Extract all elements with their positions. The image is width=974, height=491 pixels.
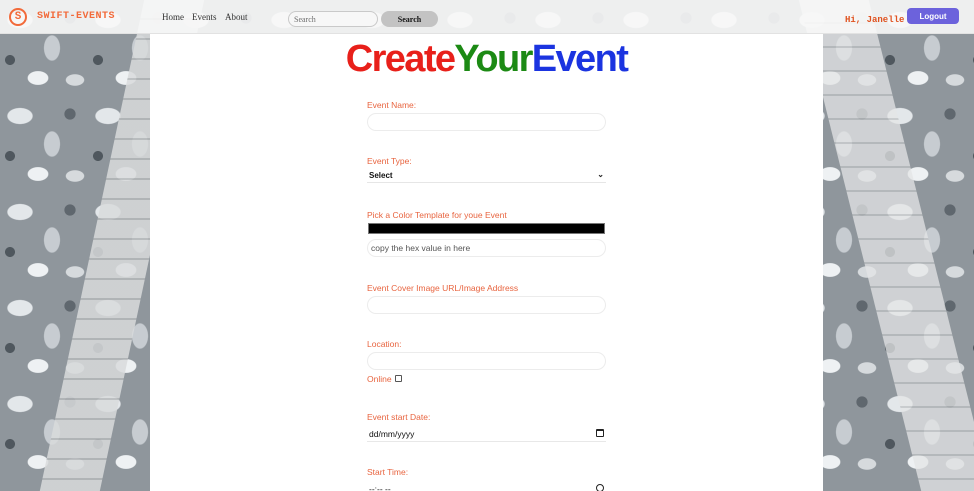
start-time-label: Start Time: (367, 467, 409, 477)
cover-image-input[interactable] (367, 296, 606, 314)
event-type-label: Event Type: (367, 156, 412, 166)
start-time-value: --:-- -- (369, 484, 391, 491)
start-date-label: Event start Date: (367, 412, 431, 422)
start-time-input[interactable]: --:-- -- (367, 480, 606, 491)
user-greeting: Hi, Janelle (845, 15, 905, 25)
start-date-value: dd/mm/yyyy (369, 429, 415, 439)
title-your: Your (454, 38, 533, 80)
title-event: Event (531, 38, 629, 80)
location-label: Location: (367, 339, 402, 349)
online-checkbox[interactable] (395, 375, 402, 382)
calendar-icon[interactable] (596, 429, 604, 437)
nav-link-home[interactable]: Home (162, 12, 184, 22)
color-template-label: Pick a Color Template for youe Event (367, 210, 507, 220)
event-type-select[interactable]: Select ⌄ (367, 170, 606, 183)
hex-value-input[interactable] (367, 239, 606, 257)
clock-icon[interactable] (596, 484, 604, 491)
logo-icon[interactable]: S (9, 8, 27, 26)
chevron-down-icon: ⌄ (597, 170, 604, 179)
search-input[interactable] (288, 11, 378, 27)
start-date-input[interactable]: dd/mm/yyyy (367, 425, 606, 442)
cover-image-label: Event Cover Image URL/Image Address (367, 283, 519, 293)
event-name-input[interactable] (367, 113, 606, 131)
event-type-selected: Select (369, 171, 393, 180)
search-button[interactable]: Search (381, 11, 438, 27)
event-name-label: Event Name: (367, 100, 417, 110)
background-wall-right (798, 0, 974, 491)
nav-link-about[interactable]: About (225, 12, 248, 22)
navbar: S SWIFT-EVENTS Home Events About Search … (0, 0, 974, 34)
title-create: Create (345, 38, 456, 80)
online-label: Online (367, 374, 392, 384)
brand-name[interactable]: SWIFT-EVENTS (37, 11, 115, 22)
location-input[interactable] (367, 352, 606, 370)
create-event-panel: CreateYourEvent Event Name: Event Type: … (150, 34, 823, 491)
page-title: CreateYourEvent (150, 38, 823, 81)
nav-link-events[interactable]: Events (192, 12, 217, 22)
logout-button[interactable]: Logout (907, 8, 959, 24)
color-picker[interactable] (368, 223, 605, 234)
